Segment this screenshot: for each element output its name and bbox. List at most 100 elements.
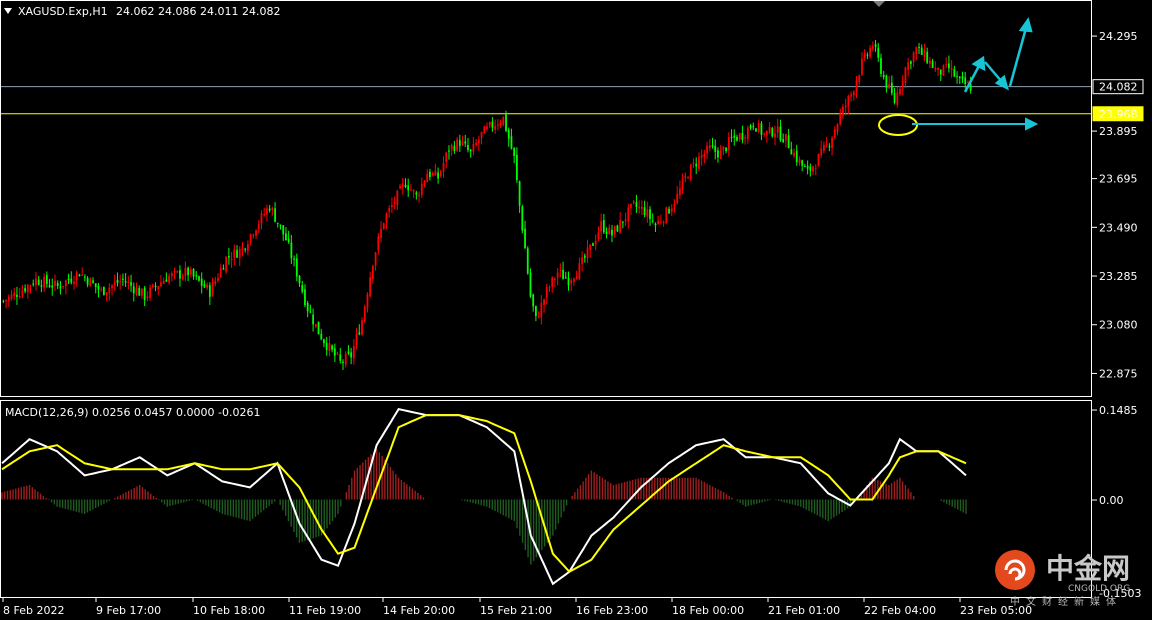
candle: [437, 167, 439, 184]
candle: [111, 284, 113, 296]
price-tick-label: 23.968: [1099, 108, 1138, 121]
candle: [621, 221, 624, 229]
price-tick-label: 23.695: [1099, 173, 1138, 186]
candle: [396, 189, 399, 211]
candle: [763, 132, 766, 137]
support-circle-annotation: [878, 114, 918, 136]
candle: [616, 224, 619, 232]
candle: [945, 57, 948, 69]
candle: [643, 200, 646, 218]
candle: [722, 146, 725, 155]
candle: [931, 58, 934, 69]
candle: [83, 274, 86, 282]
candle: [942, 64, 945, 76]
candle: [597, 226, 600, 242]
candle: [600, 213, 603, 240]
candle: [301, 280, 304, 294]
candle: [695, 157, 698, 175]
macd-line: [1, 407, 967, 586]
candle: [578, 257, 581, 281]
macd-axis-top: 0.1485: [1099, 404, 1138, 417]
candle: [448, 145, 450, 160]
candle: [412, 188, 415, 199]
time-tick-label: 14 Feb 20:00: [383, 604, 455, 617]
symbol-header: XAGUSD.Exp,H1 24.062 24.086 24.011 24.08…: [4, 5, 280, 18]
candle: [138, 285, 141, 296]
candle: [336, 351, 339, 356]
candle: [170, 271, 173, 282]
candle: [776, 118, 779, 139]
candle: [581, 251, 583, 272]
candle: [855, 75, 858, 99]
candle: [344, 351, 347, 368]
watermark-brand: 中金网: [1046, 552, 1130, 585]
candle: [676, 185, 679, 205]
price-tick-label: 24.295: [1099, 30, 1138, 43]
candle: [496, 119, 499, 131]
candle: [363, 304, 366, 323]
time-tick-label: 10 Feb 18:00: [193, 604, 265, 617]
candle: [352, 339, 355, 365]
candle: [200, 272, 203, 294]
candle: [282, 225, 285, 241]
candle: [475, 139, 478, 147]
candle: [78, 273, 81, 277]
candle: [358, 324, 361, 336]
candle: [236, 245, 238, 259]
candle: [374, 251, 377, 271]
candle: [105, 291, 108, 301]
candle: [483, 125, 486, 134]
triangle-down-icon[interactable]: [4, 8, 12, 14]
candle: [907, 58, 910, 77]
candle: [744, 134, 747, 145]
candle: [673, 199, 676, 213]
candle: [108, 283, 111, 301]
candle: [328, 335, 331, 357]
candle: [573, 277, 575, 286]
chart-canvas[interactable]: XAGUSD.Exp,H1 24.062 24.086 24.011 24.08…: [0, 0, 1152, 620]
candle: [304, 284, 306, 308]
watermark-domain: CNGOLD.ORG: [1068, 584, 1130, 594]
candle: [888, 75, 891, 90]
candle: [342, 359, 344, 370]
candle: [143, 285, 146, 307]
candle: [765, 130, 768, 143]
candle: [54, 274, 56, 292]
candle: [317, 321, 320, 335]
candle: [513, 147, 516, 164]
candle: [388, 205, 391, 218]
candle: [554, 276, 556, 287]
candle: [127, 275, 130, 290]
candle: [698, 152, 700, 172]
candle: [130, 274, 132, 292]
candle: [135, 282, 138, 297]
candle: [257, 220, 260, 234]
candle: [73, 275, 75, 290]
candle: [418, 191, 420, 203]
candle: [651, 213, 654, 224]
candle: [192, 268, 195, 280]
candle: [331, 344, 334, 353]
candle: [937, 67, 939, 76]
candle: [787, 128, 790, 149]
candle: [467, 138, 469, 153]
candle: [48, 278, 51, 288]
candle: [151, 283, 154, 289]
price-tick-label: 24.082: [1099, 81, 1138, 94]
candle: [314, 323, 317, 329]
candle: [784, 133, 787, 148]
candle: [545, 283, 548, 305]
candle: [208, 282, 211, 305]
macd-histogram: [1, 448, 967, 565]
candle: [219, 264, 222, 278]
candle: [529, 268, 532, 299]
candle: [241, 241, 244, 257]
candle: [535, 305, 537, 322]
candle: [882, 70, 885, 80]
candle: [45, 271, 48, 288]
candle: [706, 141, 708, 160]
chart-shift-marker-icon[interactable]: [873, 1, 885, 7]
candle: [961, 71, 964, 83]
candle: [29, 284, 32, 294]
candle: [684, 172, 687, 183]
